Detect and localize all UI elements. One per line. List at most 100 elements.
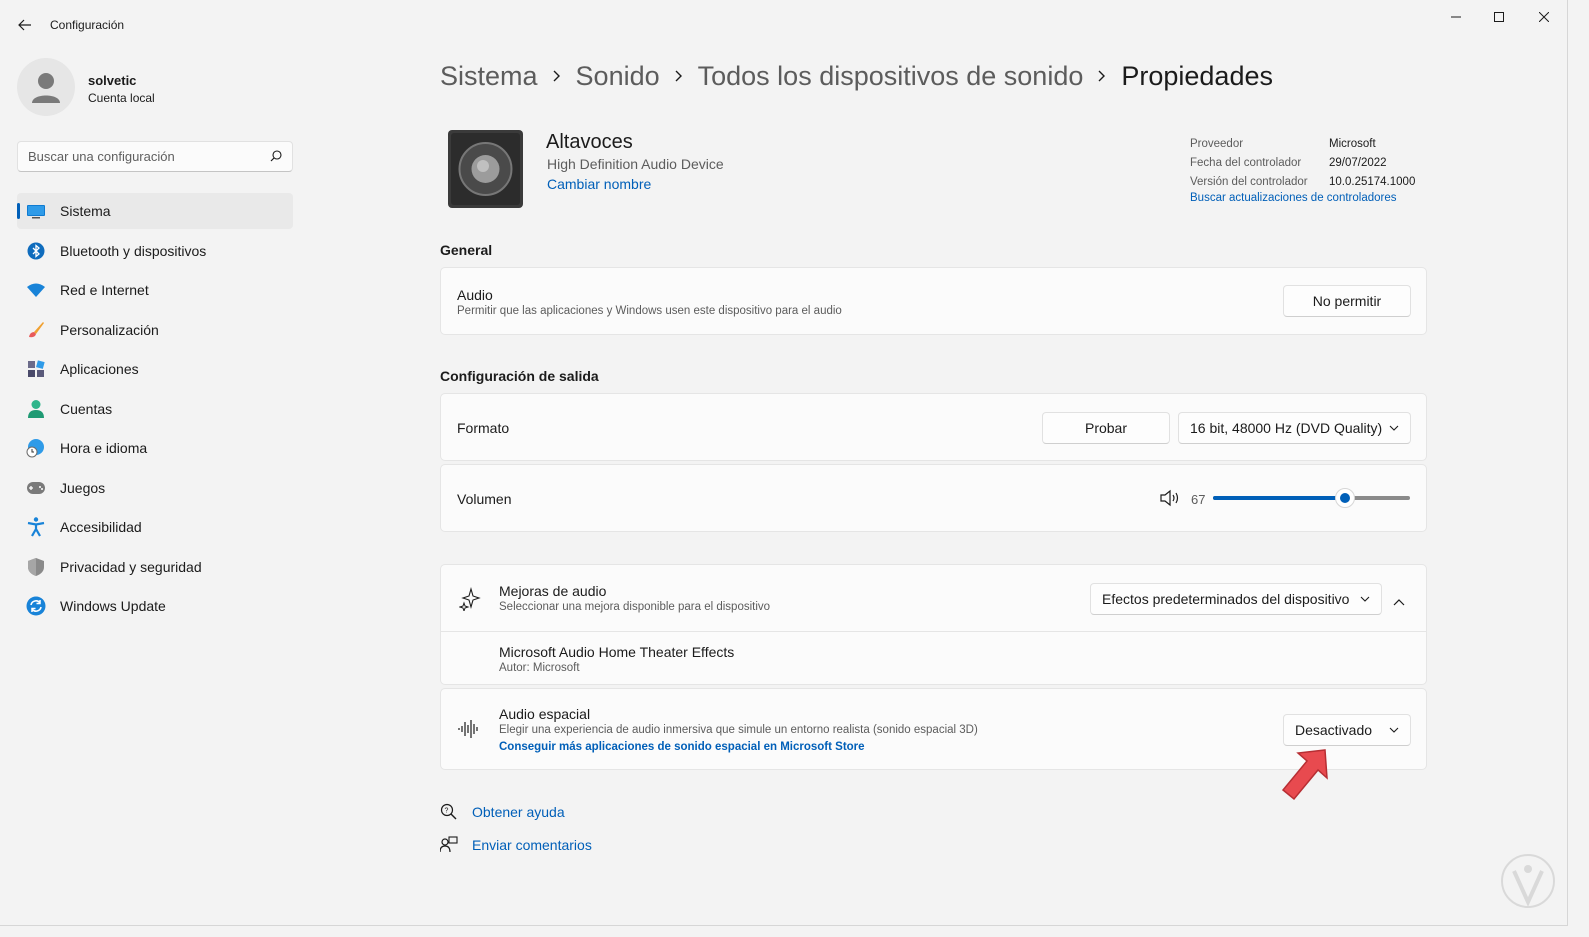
- driver-date-value: 29/07/2022: [1329, 156, 1387, 169]
- sidebar-item-personalizacion[interactable]: Personalización: [17, 312, 293, 348]
- volume-slider-fill: [1213, 496, 1345, 500]
- format-label: Formato: [457, 420, 510, 436]
- sidebar-item-accesibilidad[interactable]: Accesibilidad: [17, 509, 293, 545]
- audio-allow-title: Audio: [457, 287, 493, 303]
- section-output-title: Configuración de salida: [440, 368, 599, 384]
- sparkle-icon: [458, 586, 481, 616]
- test-button[interactable]: Probar: [1042, 412, 1170, 444]
- apps-icon: [26, 359, 46, 379]
- user-name: solvetic: [88, 73, 137, 88]
- spatial-audio-card: Audio espacial Elegir una experiencia de…: [440, 688, 1427, 770]
- chevron-right-icon: [1097, 69, 1107, 83]
- chevron-down-icon: [1389, 425, 1399, 431]
- sidebar-item-red[interactable]: Red e Internet: [17, 272, 293, 308]
- sidebar-item-label: Red e Internet: [60, 282, 149, 298]
- sidebar-item-aplicaciones[interactable]: Aplicaciones: [17, 351, 293, 387]
- search-icon: [270, 150, 282, 162]
- spatial-audio-title: Audio espacial: [499, 706, 591, 722]
- search-input[interactable]: [18, 142, 258, 171]
- annotation-arrow-icon: [1281, 749, 1328, 801]
- sidebar-item-label: Sistema: [60, 203, 111, 219]
- enhancements-title: Mejoras de audio: [499, 583, 607, 599]
- sidebar-item-windows-update[interactable]: Windows Update: [17, 588, 293, 624]
- help-icon: ?: [440, 803, 458, 826]
- waveform-icon: [458, 719, 480, 744]
- close-icon: [1539, 12, 1549, 22]
- section-general-title: General: [440, 242, 493, 258]
- svg-text:?: ?: [445, 808, 449, 815]
- sidebar-item-juegos[interactable]: Juegos: [17, 470, 293, 506]
- enhancements-divider: [441, 631, 1426, 632]
- collapse-button[interactable]: [1393, 593, 1405, 611]
- driver-date-label: Fecha del controlador: [1190, 156, 1302, 169]
- spatial-audio-subtitle: Elegir una experiencia de audio inmersiv…: [499, 724, 978, 736]
- minimize-icon: [1451, 16, 1461, 18]
- settings-window: Configuración solvetic Cuenta local Sist…: [0, 0, 1568, 926]
- device-name: Altavoces: [546, 131, 633, 153]
- feedback-link[interactable]: Enviar comentarios: [472, 837, 592, 853]
- volume-slider-thumb[interactable]: [1335, 488, 1355, 508]
- enhancements-dropdown[interactable]: Efectos predeterminados del dispositivo: [1090, 583, 1382, 615]
- feedback-icon: [439, 836, 458, 859]
- effect-name: Microsoft Audio Home Theater Effects: [499, 644, 735, 660]
- search-box[interactable]: [17, 141, 293, 172]
- back-button[interactable]: [10, 10, 40, 40]
- sidebar-item-label: Cuentas: [60, 400, 113, 417]
- close-button[interactable]: [1521, 0, 1567, 34]
- provider-value: Microsoft: [1329, 137, 1376, 150]
- sidebar-item-bluetooth[interactable]: Bluetooth y dispositivos: [17, 233, 293, 269]
- rename-link[interactable]: Cambiar nombre: [547, 176, 651, 192]
- volume-value: 67: [1191, 492, 1206, 507]
- brush-icon: [26, 320, 46, 340]
- driver-update-link[interactable]: Buscar actualizaciones de controladores: [1190, 192, 1415, 204]
- spatial-store-link[interactable]: Conseguir más aplicaciones de sonido esp…: [499, 741, 865, 753]
- account-type: Cuenta local: [88, 91, 155, 105]
- back-arrow-icon: [18, 19, 31, 31]
- enhancements-subtitle: Seleccionar una mejora disponible para e…: [499, 601, 771, 613]
- sidebar-item-label: Privacidad y seguridad: [60, 558, 202, 575]
- chevron-right-icon: [674, 69, 684, 83]
- spatial-audio-selected: Desactivado: [1295, 722, 1373, 738]
- page-title: Propiedades: [1121, 60, 1273, 91]
- monitor-icon: [26, 201, 46, 221]
- sidebar-item-label: Juegos: [60, 479, 106, 496]
- format-selected: 16 bit, 48000 Hz (DVD Quality): [1190, 420, 1383, 436]
- breadcrumb: Sistema Sonido Todos los dispositivos de…: [440, 58, 1273, 94]
- enhancements-card: Mejoras de audio Seleccionar una mejora …: [440, 564, 1427, 685]
- maximize-button[interactable]: [1476, 0, 1522, 34]
- avatar[interactable]: [17, 58, 75, 116]
- breadcrumb-sonido[interactable]: Sonido: [576, 61, 660, 92]
- driver-info: Proveedor Microsoft Fecha del controlador…: [1190, 134, 1416, 205]
- solvetic-logo-icon: [1501, 854, 1555, 908]
- breadcrumb-todos-dispositivos[interactable]: Todos los dispositivos de sonido: [698, 61, 1084, 92]
- format-dropdown[interactable]: 16 bit, 48000 Hz (DVD Quality): [1178, 412, 1411, 444]
- sidebar-item-label: Windows Update: [60, 598, 166, 614]
- app-title: Configuración: [50, 18, 125, 32]
- wifi-icon: [26, 280, 46, 300]
- gamepad-icon: [26, 478, 46, 498]
- user-icon: [32, 73, 60, 103]
- bluetooth-icon: [26, 241, 46, 261]
- sidebar-item-privacidad[interactable]: Privacidad y seguridad: [17, 549, 293, 585]
- globe-clock-icon: [26, 438, 46, 458]
- minimize-button[interactable]: [1433, 0, 1479, 34]
- speaker-device-icon: [447, 129, 524, 209]
- driver-version-value: 10.0.25174.1000: [1329, 175, 1416, 188]
- sidebar-item-hora[interactable]: Hora e idioma: [17, 430, 293, 466]
- speaker-volume-icon[interactable]: [1159, 489, 1181, 512]
- sidebar-item-cuentas[interactable]: Cuentas: [17, 391, 293, 427]
- sidebar-item-sistema[interactable]: Sistema: [17, 193, 293, 229]
- audio-allow-subtitle: Permitir que las aplicaciones y Windows …: [457, 305, 842, 317]
- maximize-icon: [1494, 12, 1504, 22]
- volume-slider[interactable]: [1213, 488, 1410, 508]
- sidebar-item-label: Accesibilidad: [60, 519, 142, 535]
- help-link[interactable]: Obtener ayuda: [472, 804, 565, 820]
- breadcrumb-sistema[interactable]: Sistema: [440, 61, 538, 92]
- shield-icon: [26, 557, 46, 577]
- device-description: High Definition Audio Device: [547, 156, 724, 172]
- sidebar-item-label: Bluetooth y dispositivos: [60, 242, 207, 259]
- spatial-audio-dropdown[interactable]: Desactivado: [1283, 714, 1411, 746]
- accessibility-icon: [26, 517, 46, 537]
- no-permitir-button[interactable]: No permitir: [1283, 285, 1411, 317]
- effect-author: Autor: Microsoft: [499, 662, 580, 674]
